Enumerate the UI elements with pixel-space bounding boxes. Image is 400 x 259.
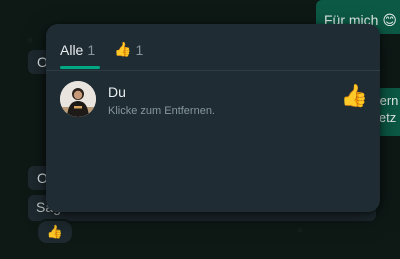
active-tab-indicator	[60, 66, 100, 69]
reaction-list-item[interactable]: Du Klicke zum Entfernen. 👍	[46, 71, 380, 133]
reactions-popup: Alle 1 👍 1 Du Klicke zum Entfernen. 👍	[46, 24, 380, 212]
thumbs-up-icon: 👍	[114, 42, 132, 58]
remove-reaction-hint: Klicke zum Entfernen.	[108, 105, 215, 117]
thumbs-up-icon: 👍	[340, 84, 368, 109]
chat-background: O O Sag ü 👍 Für mich 😊 tern jetz Alle 1 …	[0, 0, 400, 259]
tab-count: 1	[135, 42, 144, 58]
avatar	[60, 81, 96, 117]
reactor-name: Du	[108, 84, 126, 100]
tab-all-reactions[interactable]: Alle 1	[60, 42, 95, 58]
tab-label: Alle	[60, 42, 84, 58]
message-reaction-badge[interactable]: 👍	[36, 219, 74, 245]
user-avatar-icon	[60, 81, 96, 117]
tab-count: 1	[87, 42, 96, 58]
thumbs-up-icon: 👍	[46, 224, 64, 240]
reactions-tab-bar: Alle 1 👍 1	[46, 24, 380, 71]
tab-thumbs-up-reactions[interactable]: 👍 1	[114, 42, 143, 58]
smile-emoji-icon: 😊	[382, 13, 397, 29]
